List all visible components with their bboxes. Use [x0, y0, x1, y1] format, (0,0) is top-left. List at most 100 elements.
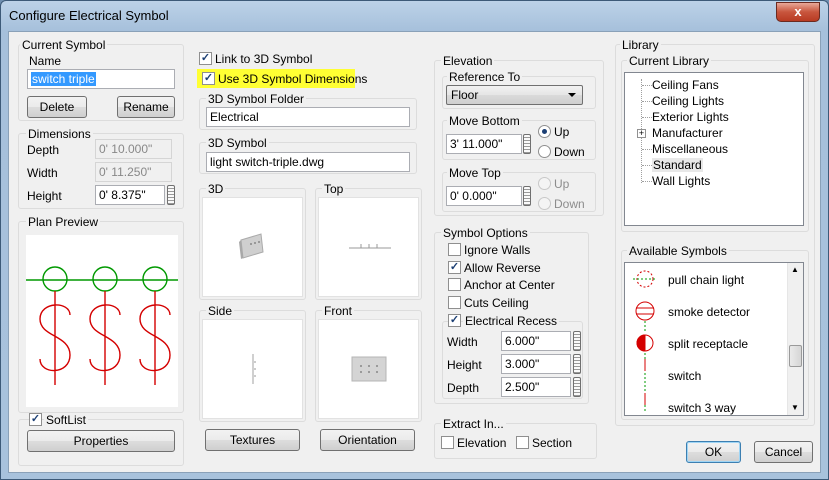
height-spinner[interactable] [167, 185, 175, 205]
tree-item-ceiling-fans[interactable]: Ceiling Fans [652, 78, 719, 92]
move-bottom-down-radio[interactable] [538, 145, 551, 158]
anchor-center-label: Anchor at Center [464, 278, 555, 292]
depth-label: Depth [27, 143, 60, 157]
window-title: Configure Electrical Symbol [9, 8, 169, 23]
allow-reverse-checkbox[interactable]: ✓ [448, 261, 461, 274]
tree-item-standard[interactable]: Standard [652, 158, 703, 172]
symbol-file-label: 3D Symbol [206, 136, 269, 150]
tree-item-manufacturer[interactable]: Manufacturer [652, 126, 723, 140]
move-bottom-up-label: Up [554, 125, 570, 139]
link-3d-checkbox[interactable]: ✓ [199, 52, 212, 65]
link-3d-label: Link to 3D Symbol [215, 52, 313, 66]
reference-value: Floor [451, 88, 479, 102]
textures-button[interactable]: Textures [205, 429, 300, 451]
available-symbols-label: Available Symbols [627, 244, 729, 258]
scroll-up-icon[interactable]: ▲ [791, 265, 799, 274]
move-bottom-down-label: Down [554, 145, 585, 159]
recess-width-spinner[interactable] [573, 331, 581, 351]
current-library-label: Current Library [627, 54, 712, 68]
symbol-options-label: Symbol Options [441, 226, 530, 240]
elevation-label: Elevation [441, 54, 495, 68]
anchor-center-checkbox[interactable] [448, 278, 461, 291]
cuts-ceiling-checkbox[interactable] [448, 296, 461, 309]
library-tree[interactable]: Ceiling Fans Ceiling Lights Exterior Lig… [624, 72, 804, 226]
move-top-up-radio[interactable] [538, 177, 551, 190]
move-bottom-input[interactable]: 3' 11.000" [446, 134, 522, 154]
allow-reverse-label: Allow Reverse [464, 261, 541, 275]
extract-section-checkbox[interactable] [516, 436, 529, 449]
plan-preview-drawing [26, 266, 178, 385]
properties-button[interactable]: Properties [27, 430, 175, 452]
move-bottom-label: Move Bottom [447, 114, 522, 128]
view-side-canvas [202, 319, 303, 419]
tree-item-miscellaneous[interactable]: Miscellaneous [652, 142, 728, 156]
ignore-walls-checkbox[interactable] [448, 243, 461, 256]
electrical-recess-checkbox[interactable]: ✓ [448, 314, 461, 327]
view-front-canvas [318, 319, 419, 419]
extract-elevation-checkbox[interactable] [441, 436, 454, 449]
view-top-label: Top [322, 182, 346, 196]
name-input[interactable]: switch triple [27, 69, 175, 89]
move-top-spinner[interactable] [523, 186, 531, 206]
symbol-smoke-detector[interactable]: smoke detector [668, 305, 750, 319]
ignore-walls-label: Ignore Walls [464, 243, 531, 257]
recess-depth-spinner[interactable] [573, 377, 581, 397]
symbol-folder-input[interactable]: Electrical [206, 107, 410, 127]
recess-depth-label: Depth [447, 381, 480, 395]
move-bottom-up-radio[interactable] [538, 125, 551, 138]
available-symbols-list[interactable]: pull chain light smoke detector split re… [624, 262, 804, 416]
symbol-file-input[interactable]: light switch-triple.dwg [206, 152, 410, 172]
view-top-canvas [318, 197, 419, 297]
view-3d-canvas [202, 197, 303, 297]
height-input[interactable]: 0' 8.375" [95, 185, 165, 205]
title-bar[interactable]: Configure Electrical Symbol x [1, 1, 828, 31]
width-label: Width [27, 166, 58, 180]
view-top-drawing [349, 244, 391, 249]
symbol-switch-3-way[interactable]: switch 3 way [668, 401, 736, 415]
move-bottom-spinner[interactable] [523, 134, 531, 154]
move-top-down-label: Down [554, 197, 585, 211]
dialog-window: Configure Electrical Symbol x Current Sy… [0, 0, 829, 480]
electrical-recess-label: Electrical Recess [463, 314, 560, 328]
view-front-drawing [351, 356, 387, 382]
tree-item-ceiling-lights[interactable]: Ceiling Lights [652, 94, 724, 108]
recess-depth-input[interactable]: 2.500" [501, 377, 571, 397]
chevron-down-icon [568, 93, 576, 97]
recess-width-label: Width [447, 335, 478, 349]
recess-height-spinner[interactable] [573, 354, 581, 374]
width-input[interactable]: 0' 11.250" [95, 162, 172, 182]
delete-button[interactable]: Delete [27, 96, 87, 118]
reference-dropdown[interactable]: Floor [446, 85, 583, 105]
cancel-button[interactable]: Cancel [754, 441, 813, 463]
close-button[interactable]: x [776, 2, 820, 22]
symbol-split-receptacle[interactable]: split receptacle [668, 337, 748, 351]
depth-input[interactable]: 0' 10.000" [95, 139, 172, 159]
softlist-checkbox[interactable]: ✓ [29, 413, 42, 426]
tree-connector [642, 181, 652, 182]
symbol-pull-chain-light[interactable]: pull chain light [668, 273, 744, 287]
recess-width-input[interactable]: 6.000" [501, 331, 571, 351]
recess-height-input[interactable]: 3.000" [501, 354, 571, 374]
symbols-scrollbar[interactable]: ▲ ▼ [787, 263, 803, 415]
ok-button[interactable]: OK [686, 441, 741, 463]
recess-height-label: Height [447, 358, 482, 372]
scroll-down-icon[interactable]: ▼ [791, 403, 799, 412]
plan-preview-label: Plan Preview [26, 215, 101, 229]
cuts-ceiling-label: Cuts Ceiling [464, 296, 529, 310]
move-top-input[interactable]: 0' 0.000" [446, 186, 522, 206]
tree-connector [642, 149, 652, 150]
use-3d-dims-checkbox[interactable]: ✓ [202, 72, 215, 85]
scroll-thumb[interactable] [789, 345, 802, 367]
tree-item-wall-lights[interactable]: Wall Lights [652, 174, 710, 188]
plan-circle-1 [42, 266, 68, 292]
extract-label: Extract In... [441, 417, 506, 431]
move-top-down-radio[interactable] [538, 197, 551, 210]
tree-item-exterior-lights[interactable]: Exterior Lights [652, 110, 729, 124]
library-label: Library [620, 38, 661, 52]
rename-button[interactable]: Rename [117, 96, 175, 118]
symbol-switch[interactable]: switch [668, 369, 701, 383]
orientation-button[interactable]: Orientation [320, 429, 415, 451]
view-front-label: Front [322, 304, 355, 318]
view-side-drawing [252, 354, 256, 384]
expand-icon[interactable]: + [637, 129, 646, 138]
